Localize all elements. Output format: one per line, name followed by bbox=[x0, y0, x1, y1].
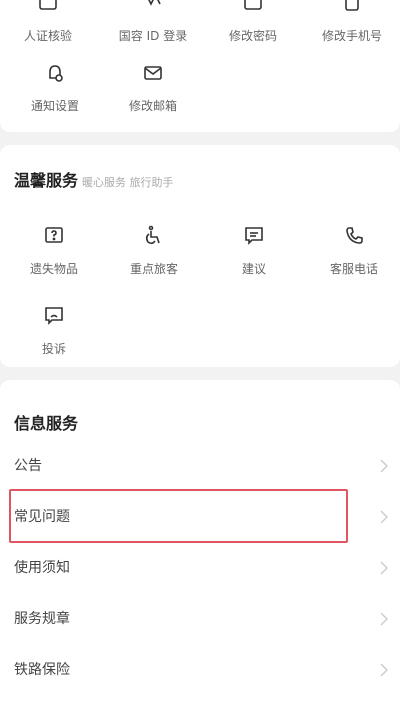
chevron-right-icon bbox=[380, 663, 388, 677]
wheelchair-icon bbox=[143, 225, 165, 247]
grid-item-label: 通知设置 bbox=[30, 99, 79, 113]
grid-item-label: 遗失物品 bbox=[29, 262, 78, 276]
phone-call-icon bbox=[343, 225, 365, 247]
list-item-label: 公告 bbox=[14, 458, 42, 474]
section-title-text: 温馨服务 bbox=[14, 171, 79, 190]
warm-service-card: 温馨服务 暖心服务 旅行助手 遗失物品 重点旅客 建议 客服电话 投诉 bbox=[0, 145, 400, 367]
bell-icon bbox=[44, 62, 66, 84]
suggestion-icon bbox=[243, 225, 265, 247]
grid-item-label: 客服电话 bbox=[329, 262, 378, 276]
grid-item-login[interactable]: 国容 ID 登录 bbox=[105, 0, 201, 44]
chevron-right-icon bbox=[380, 510, 388, 524]
grid-item-complaint[interactable]: 投诉 bbox=[6, 305, 102, 357]
grid-item-label: 重点旅客 bbox=[129, 262, 178, 276]
account-settings-card: 人证核验 国容 ID 登录 修改密码 修改手机号 通知设置 修改邮箱 bbox=[0, 0, 400, 132]
grid-item-id-verify[interactable]: 人证核验 bbox=[0, 0, 96, 44]
section-title-info: 信息服务 bbox=[14, 414, 79, 433]
chevron-right-icon bbox=[380, 561, 388, 575]
section-subtitle: 暖心服务 旅行助手 bbox=[82, 176, 174, 189]
question-box-icon bbox=[43, 225, 65, 247]
list-item-service-rules[interactable]: 服务规章 bbox=[0, 594, 400, 644]
grid-item-label: 修改密码 bbox=[228, 29, 277, 43]
list-item-announcement[interactable]: 公告 bbox=[0, 441, 400, 491]
list-item-railway-insurance[interactable]: 铁路保险 bbox=[0, 645, 400, 695]
complaint-icon bbox=[43, 305, 65, 327]
grid-item-label: 建议 bbox=[241, 262, 266, 276]
login-icon bbox=[142, 0, 164, 14]
mail-icon bbox=[142, 62, 164, 84]
grid-item-phone[interactable]: 修改手机号 bbox=[304, 0, 400, 44]
list-item-usage-notice[interactable]: 使用须知 bbox=[0, 543, 400, 593]
grid-item-label: 修改手机号 bbox=[321, 29, 382, 43]
grid-item-priority-passenger[interactable]: 重点旅客 bbox=[106, 225, 202, 277]
id-verify-icon bbox=[37, 0, 59, 14]
grid-item-label: 修改邮箱 bbox=[128, 99, 177, 113]
grid-item-password[interactable]: 修改密码 bbox=[205, 0, 301, 44]
grid-item-suggestion[interactable]: 建议 bbox=[206, 225, 302, 277]
chevron-right-icon bbox=[380, 612, 388, 626]
highlight-box bbox=[9, 489, 348, 543]
list-item-label: 使用须知 bbox=[14, 560, 70, 576]
list-item-label: 铁路保险 bbox=[14, 662, 70, 678]
chevron-right-icon bbox=[380, 459, 388, 473]
phone-icon bbox=[341, 0, 363, 14]
grid-item-label: 国容 ID 登录 bbox=[118, 29, 188, 43]
grid-item-notification[interactable]: 通知设置 bbox=[7, 62, 103, 114]
list-item-label: 服务规章 bbox=[14, 611, 70, 627]
grid-item-label: 人证核验 bbox=[23, 29, 72, 43]
grid-item-customer-hotline[interactable]: 客服电话 bbox=[306, 225, 400, 277]
grid-item-email[interactable]: 修改邮箱 bbox=[105, 62, 201, 114]
grid-item-label: 投诉 bbox=[41, 342, 66, 356]
grid-item-lost-items[interactable]: 遗失物品 bbox=[6, 225, 102, 277]
section-title-warm: 温馨服务 暖心服务 旅行助手 bbox=[14, 167, 174, 191]
password-icon bbox=[242, 0, 264, 14]
